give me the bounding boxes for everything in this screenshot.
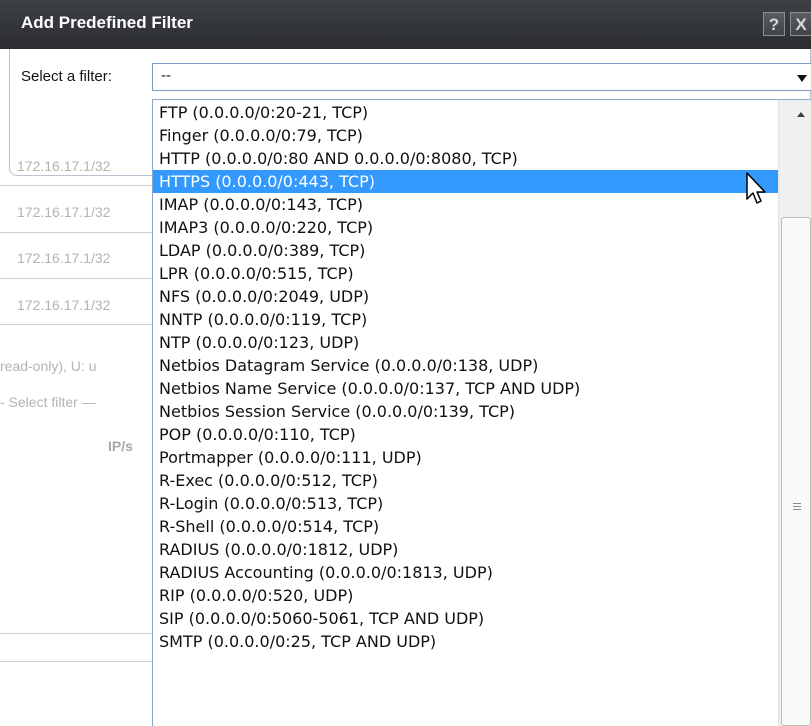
filter-option-ntp[interactable]: NTP (0.0.0.0/0:123, UDP) — [153, 331, 779, 354]
close-button[interactable]: X — [790, 12, 811, 36]
filter-option-ftp[interactable]: FTP (0.0.0.0/0:20-21, TCP) — [153, 101, 779, 124]
filter-option-ldap[interactable]: LDAP (0.0.0.0/0:389, TCP) — [153, 239, 779, 262]
filter-option-radius[interactable]: RADIUS (0.0.0.0/0:1812, UDP) — [153, 538, 779, 561]
filter-option-portmapper[interactable]: Portmapper (0.0.0.0/0:111, UDP) — [153, 446, 779, 469]
filter-option-imap[interactable]: IMAP (0.0.0.0/0:143, TCP) — [153, 193, 779, 216]
filter-option-netbios-datagram[interactable]: Netbios Datagram Service (0.0.0.0/0:138,… — [153, 354, 779, 377]
mouse-pointer-icon — [746, 172, 766, 204]
bg-select-filter: - Select filter — — [0, 394, 96, 410]
divider — [0, 633, 152, 634]
filter-option-lpr[interactable]: LPR (0.0.0.0/0:515, TCP) — [153, 262, 779, 285]
filter-option-nntp[interactable]: NNTP (0.0.0.0/0:119, TCP) — [153, 308, 779, 331]
divider — [0, 324, 152, 325]
scrollbar-thumb[interactable] — [781, 217, 811, 726]
dialog-title: Add Predefined Filter — [21, 13, 193, 32]
bg-ip-row: 172.16.17.1/32 — [17, 250, 111, 266]
select-filter-label: Select a filter: — [21, 68, 112, 85]
bg-ip-header: IP/s — [108, 438, 133, 454]
filter-option-netbios-session[interactable]: Netbios Session Service (0.0.0.0/0:139, … — [153, 400, 779, 423]
dialog-titlebar: Add Predefined Filter ? X — [0, 0, 811, 49]
filter-option-nfs[interactable]: NFS (0.0.0.0/0:2049, UDP) — [153, 285, 779, 308]
filter-option-https[interactable]: HTTPS (0.0.0.0/0:443, TCP) — [153, 170, 779, 193]
bg-legend: read-only), U: u — [0, 358, 97, 374]
bg-ip-row: 172.16.17.1/32 — [17, 158, 111, 174]
bg-ip-row: 172.16.17.1/32 — [17, 204, 111, 220]
filter-option-r-exec[interactable]: R-Exec (0.0.0.0/0:512, TCP) — [153, 469, 779, 492]
filter-select[interactable]: -- — [152, 63, 811, 91]
filter-option-sip[interactable]: SIP (0.0.0.0/0:5060-5061, TCP AND UDP) — [153, 607, 779, 630]
filter-option-finger[interactable]: Finger (0.0.0.0/0:79, TCP) — [153, 124, 779, 147]
divider — [0, 185, 152, 186]
filter-option-rip[interactable]: RIP (0.0.0.0/0:520, UDP) — [153, 584, 779, 607]
scrollbar-grip — [793, 503, 801, 504]
filter-option-imap3[interactable]: IMAP3 (0.0.0.0/0:220, TCP) — [153, 216, 779, 239]
filter-option-http[interactable]: HTTP (0.0.0.0/0:80 AND 0.0.0.0/0:8080, T… — [153, 147, 779, 170]
help-button[interactable]: ? — [763, 12, 785, 36]
divider — [0, 232, 152, 233]
bg-ip-row: 172.16.17.1/32 — [17, 297, 111, 313]
filter-option-netbios-name[interactable]: Netbios Name Service (0.0.0.0/0:137, TCP… — [153, 377, 779, 400]
filter-option-pop[interactable]: POP (0.0.0.0/0:110, TCP) — [153, 423, 779, 446]
divider — [0, 278, 152, 279]
filter-option-radius-accounting[interactable]: RADIUS Accounting (0.0.0.0/0:1813, UDP) — [153, 561, 779, 584]
scrollbar-grip — [793, 509, 801, 510]
chevron-down-icon[interactable] — [797, 75, 807, 82]
scroll-up-arrow-icon[interactable] — [797, 112, 805, 117]
divider — [0, 661, 152, 662]
filter-dropdown-list[interactable]: FTP (0.0.0.0/0:20-21, TCP) Finger (0.0.0… — [152, 99, 811, 726]
filter-option-r-shell[interactable]: R-Shell (0.0.0.0/0:514, TCP) — [153, 515, 779, 538]
filter-option-r-login[interactable]: R-Login (0.0.0.0/0:513, TCP) — [153, 492, 779, 515]
question-mark-icon: ? — [768, 15, 780, 34]
close-icon: X — [795, 15, 807, 34]
scrollbar-grip — [793, 506, 801, 507]
filter-select-value: -- — [161, 67, 171, 84]
filter-option-smtp[interactable]: SMTP (0.0.0.0/0:25, TCP AND UDP) — [153, 630, 779, 653]
